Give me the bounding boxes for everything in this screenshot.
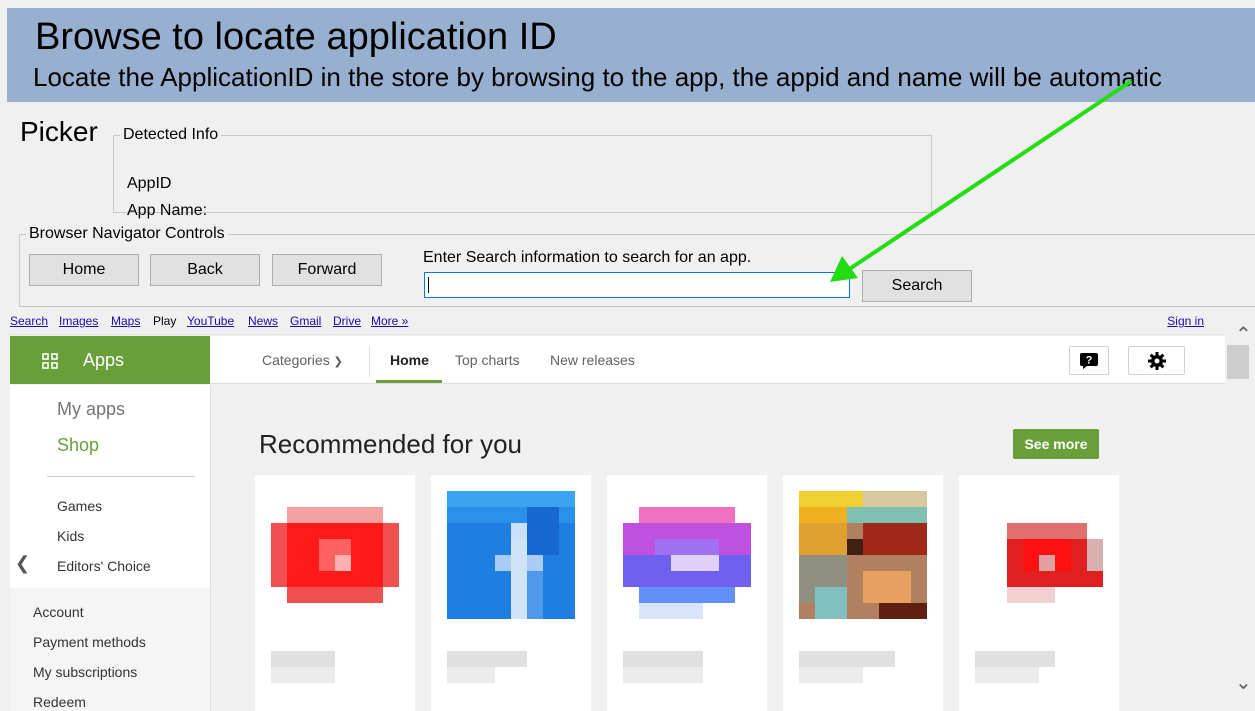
search-prompt: Enter Search information to search for a… bbox=[423, 249, 752, 266]
app-card[interactable] bbox=[783, 475, 943, 711]
nav-divider bbox=[369, 345, 370, 377]
store-content: Recommended for you See more bbox=[211, 385, 1225, 711]
embedded-browser[interactable]: Search Images Maps Play YouTube News Gma… bbox=[9, 310, 1255, 711]
help-icon: ? bbox=[1080, 353, 1098, 369]
sidebar-item-redeem[interactable]: Redeem bbox=[33, 694, 86, 710]
appid-label: AppID bbox=[127, 175, 172, 192]
app-icon-pixelated bbox=[447, 491, 575, 619]
app-dev-blur bbox=[447, 667, 495, 683]
app-dev-blur bbox=[271, 667, 335, 683]
store-top-nav: Categories ❯ Home Top charts New release… bbox=[210, 336, 1225, 384]
page-subtitle: Locate the ApplicationID in the store by… bbox=[33, 62, 1162, 92]
appname-label: App Name: bbox=[127, 202, 208, 219]
forward-button[interactable]: Forward bbox=[272, 254, 382, 286]
app-dev-blur bbox=[623, 667, 703, 683]
section-title: Recommended for you bbox=[259, 429, 523, 459]
home-tab-underline bbox=[376, 380, 442, 383]
sidebar-item-my-subscriptions[interactable]: My subscriptions bbox=[33, 664, 137, 680]
gbar-divider bbox=[9, 334, 1225, 335]
sign-in-link[interactable]: Sign in bbox=[1167, 314, 1204, 328]
google-bar: Search Images Maps Play YouTube News Gma… bbox=[9, 310, 1235, 332]
gbar-link-gmail[interactable]: Gmail bbox=[290, 314, 321, 328]
gbar-link-drive[interactable]: Drive bbox=[333, 314, 361, 328]
app-dev-blur bbox=[975, 667, 1039, 683]
settings-button[interactable] bbox=[1128, 346, 1185, 375]
tab-new-releases[interactable]: New releases bbox=[550, 352, 635, 368]
app-icon-pixelated bbox=[799, 491, 927, 619]
gbar-link-images[interactable]: Images bbox=[59, 314, 98, 328]
nav-controls-legend: Browser Navigator Controls bbox=[29, 225, 225, 242]
help-button[interactable]: ? bbox=[1069, 346, 1109, 375]
header-banner: Browse to locate application ID Locate t… bbox=[7, 8, 1255, 102]
app-title-blur bbox=[447, 651, 527, 667]
sidebar-item-games[interactable]: Games bbox=[57, 498, 102, 514]
gbar-link-maps[interactable]: Maps bbox=[111, 314, 140, 328]
apps-tab[interactable]: Apps bbox=[10, 336, 210, 384]
sidebar-item-shop[interactable]: Shop bbox=[57, 435, 99, 456]
search-input[interactable] bbox=[424, 272, 850, 298]
gear-icon bbox=[1148, 352, 1166, 370]
sidebar-item-editors-choice[interactable]: Editors' Choice bbox=[57, 558, 151, 574]
categories-label: Categories bbox=[262, 352, 330, 368]
app-dev-blur bbox=[799, 667, 863, 683]
apps-grid-icon bbox=[42, 353, 58, 369]
scroll-up-icon[interactable]: ⌃ bbox=[1235, 322, 1252, 347]
app-title-blur bbox=[623, 651, 703, 667]
search-button[interactable]: Search bbox=[862, 270, 972, 302]
scroll-down-icon[interactable]: ⌄ bbox=[1235, 670, 1252, 695]
sidebar-divider bbox=[47, 476, 195, 477]
app-title-blur bbox=[799, 651, 895, 667]
detected-info-legend: Detected Info bbox=[123, 126, 219, 143]
app-card[interactable] bbox=[607, 475, 767, 711]
app-card[interactable] bbox=[431, 475, 591, 711]
page-title: Browse to locate application ID bbox=[35, 16, 557, 58]
app-icon-pixelated bbox=[271, 507, 399, 603]
sidebar-item-payment-methods[interactable]: Payment methods bbox=[33, 634, 146, 650]
gbar-link-youtube[interactable]: YouTube bbox=[187, 314, 234, 328]
tab-home[interactable]: Home bbox=[390, 352, 429, 368]
gbar-link-news[interactable]: News bbox=[248, 314, 278, 328]
app-card[interactable] bbox=[255, 475, 415, 711]
svg-text:?: ? bbox=[1086, 355, 1093, 367]
app-icon-pixelated bbox=[1007, 523, 1103, 603]
sidebar-item-my-apps[interactable]: My apps bbox=[57, 399, 125, 420]
store-sidebar: My apps Shop ❮ Games Kids Editors' Choic… bbox=[10, 385, 210, 711]
app-icon-pixelated bbox=[623, 507, 751, 619]
scroll-thumb[interactable] bbox=[1227, 345, 1249, 379]
sidebar-item-kids[interactable]: Kids bbox=[57, 528, 84, 544]
chevron-left-icon[interactable]: ❮ bbox=[15, 553, 30, 574]
categories-dropdown[interactable]: Categories ❯ bbox=[262, 352, 343, 368]
tab-top-charts[interactable]: Top charts bbox=[455, 352, 520, 368]
app-title-blur bbox=[271, 651, 335, 667]
app-title-blur bbox=[975, 651, 1055, 667]
back-button[interactable]: Back bbox=[150, 254, 260, 286]
app-card[interactable] bbox=[959, 475, 1119, 711]
chevron-down-icon: ❯ bbox=[333, 356, 343, 368]
gbar-current-play: Play bbox=[153, 314, 177, 328]
text-caret bbox=[428, 277, 429, 293]
gbar-link-more[interactable]: More » bbox=[371, 314, 408, 328]
sidebar-item-account[interactable]: Account bbox=[33, 604, 84, 620]
home-button[interactable]: Home bbox=[29, 254, 139, 286]
picker-label: Picker bbox=[20, 116, 98, 147]
apps-tab-label: Apps bbox=[83, 350, 125, 370]
see-more-button[interactable]: See more bbox=[1013, 429, 1099, 459]
gbar-link-search[interactable]: Search bbox=[10, 314, 48, 328]
detected-info-group: Detected Info AppID App Name: bbox=[113, 126, 932, 219]
